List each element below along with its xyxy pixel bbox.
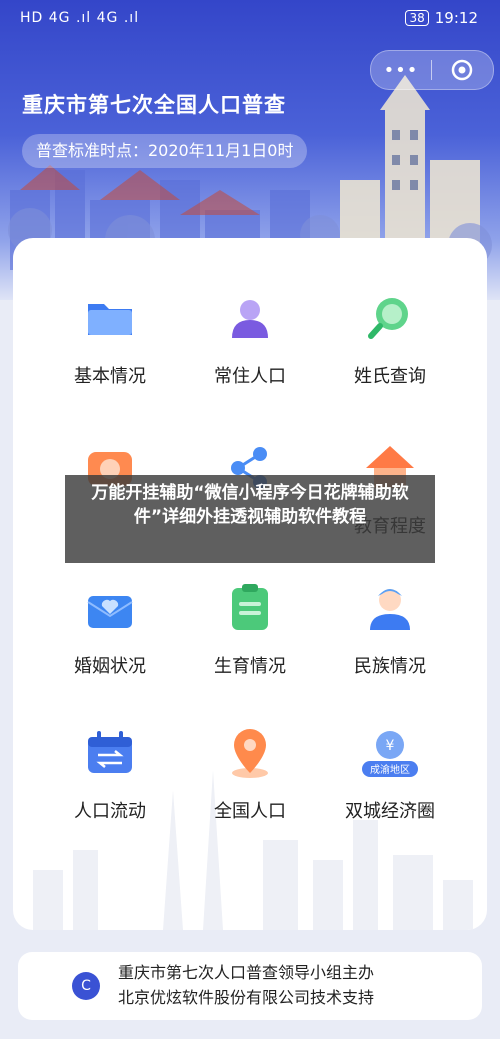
menu-item-label: 人口流动	[74, 801, 146, 822]
calendar-transfer-icon	[88, 731, 132, 773]
clipboard-icon	[232, 584, 268, 630]
menu-item-marital-status[interactable]: 婚姻状况	[35, 580, 185, 690]
location-pin-icon	[232, 729, 268, 778]
copyright-icon: C	[72, 972, 100, 1000]
battery-icon: 38	[405, 10, 429, 26]
menu-item-label: 姓氏查询	[354, 366, 426, 387]
menu-item-label: 民族情况	[354, 656, 426, 677]
person-icon	[232, 300, 268, 338]
menu-item-label: 常住人口	[214, 366, 286, 387]
menu-item-basic-info[interactable]: 基本情况	[35, 290, 185, 400]
more-menu-button[interactable]: •••	[371, 60, 431, 81]
target-icon	[451, 59, 473, 81]
svg-text:¥: ¥	[386, 738, 395, 754]
menu-item-surname-search[interactable]: 姓氏查询	[315, 290, 465, 400]
menu-item-label: 双城经济圈	[345, 801, 435, 822]
footer-credit: C 重庆市第七次人口普查领导小组主办 北京优炫软件股份有限公司技术支持	[18, 952, 482, 1020]
menu-item-migration[interactable]: 人口流动	[35, 725, 185, 835]
search-icon	[368, 298, 408, 339]
menu-item-twin-city-economic-circle[interactable]: ¥ 成渝地区 双城经济圈	[315, 725, 465, 835]
page-title: 重庆市第七次全国人口普查	[22, 93, 286, 117]
status-bar: HD 4G .ıl 4G .ıl 38 19:12	[0, 0, 500, 38]
chengyu-badge-icon: ¥ 成渝地区	[362, 731, 418, 777]
overlay-caption: 万能开挂辅助“微信小程序今日花牌辅助软件”详细外挂透视辅助软件教程	[65, 475, 435, 563]
menu-item-fertility[interactable]: 生育情况	[175, 580, 325, 690]
clock: 19:12	[434, 9, 478, 27]
menu-item-label: 基本情况	[74, 366, 146, 387]
ethnic-person-icon	[370, 589, 410, 630]
menu-item-resident-population[interactable]: 常住人口	[175, 290, 325, 400]
footer-line-organizer: 重庆市第七次人口普查领导小组主办	[118, 963, 375, 982]
close-miniprogram-button[interactable]	[432, 59, 492, 81]
folder-icon	[88, 304, 132, 335]
census-date-pill: 普查标准时点：2020年11月1日0时	[22, 134, 308, 168]
menu-item-label: 生育情况	[214, 656, 286, 677]
miniprogram-capsule: •••	[370, 50, 494, 90]
footer-line-tech-support: 北京优炫软件股份有限公司技术支持	[118, 988, 375, 1007]
menu-item-label: 婚姻状况	[74, 656, 146, 677]
heart-mail-icon	[87, 596, 133, 628]
menu-item-ethnicity[interactable]: 民族情况	[315, 580, 465, 690]
badge-text: 成渝地区	[370, 763, 410, 776]
menu-item-national-population[interactable]: 全国人口	[175, 725, 325, 835]
menu-item-label: 全国人口	[214, 801, 286, 822]
signal-indicators: HD 4G .ıl 4G .ıl	[20, 10, 140, 26]
footer-text: 重庆市第七次人口普查领导小组主办 北京优炫软件股份有限公司技术支持	[118, 960, 374, 1010]
menu-card: 基本情况 常住人口 姓氏查询 婚姻状况 生育情况 民族情况 人口流动 全国人口 …	[13, 238, 487, 930]
